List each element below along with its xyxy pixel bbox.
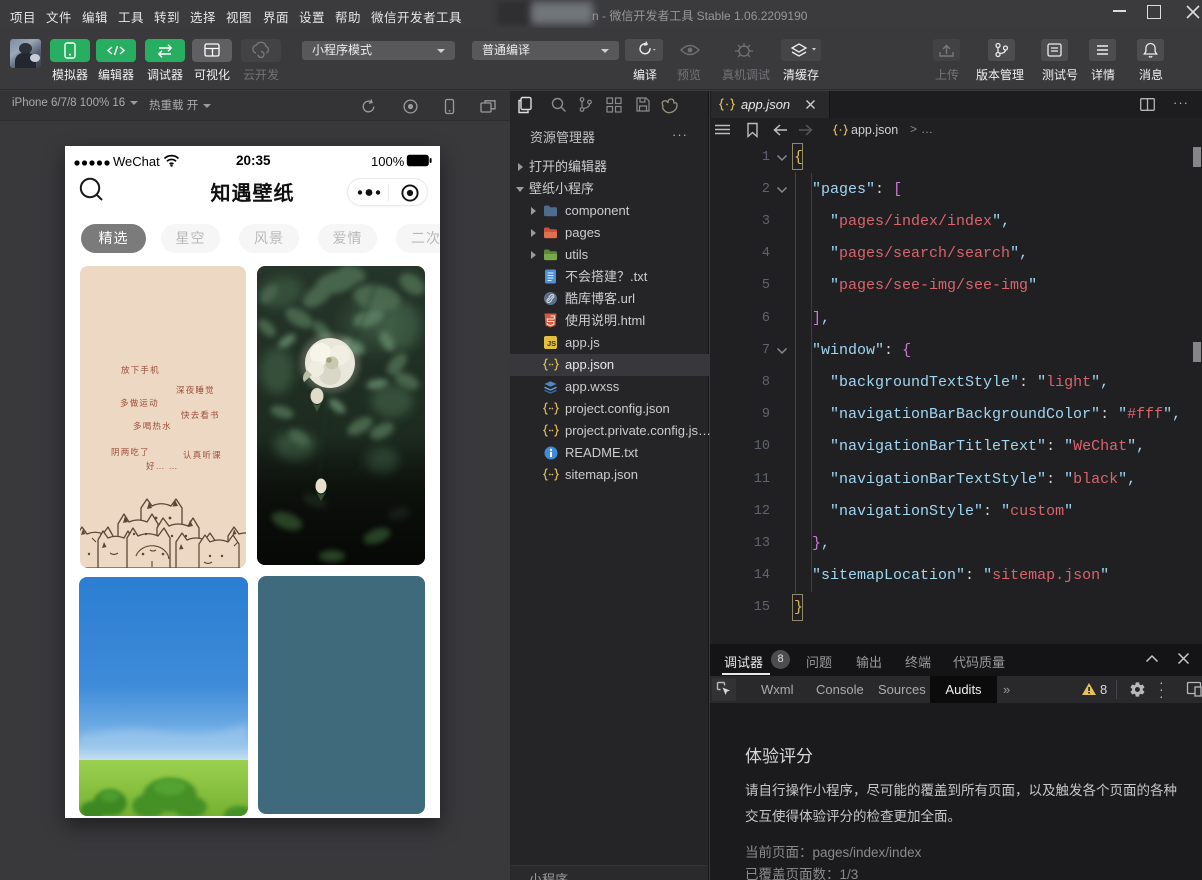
svg-text:深夜睡觉: 深夜睡觉	[176, 385, 215, 395]
svg-text:快去看书: 快去看书	[181, 410, 220, 420]
svg-text:放下手机: 放下手机	[121, 365, 160, 375]
svg-text:认真听课: 认真听课	[183, 450, 222, 460]
svg-text:多喝热水: 多喝热水	[133, 421, 172, 431]
svg-text:阴两吃了: 阴两吃了	[111, 447, 150, 457]
svg-text:好… …: 好… …	[146, 461, 178, 471]
svg-text:JS: JS	[547, 339, 556, 348]
svg-text:多做运动: 多做运动	[120, 398, 159, 408]
